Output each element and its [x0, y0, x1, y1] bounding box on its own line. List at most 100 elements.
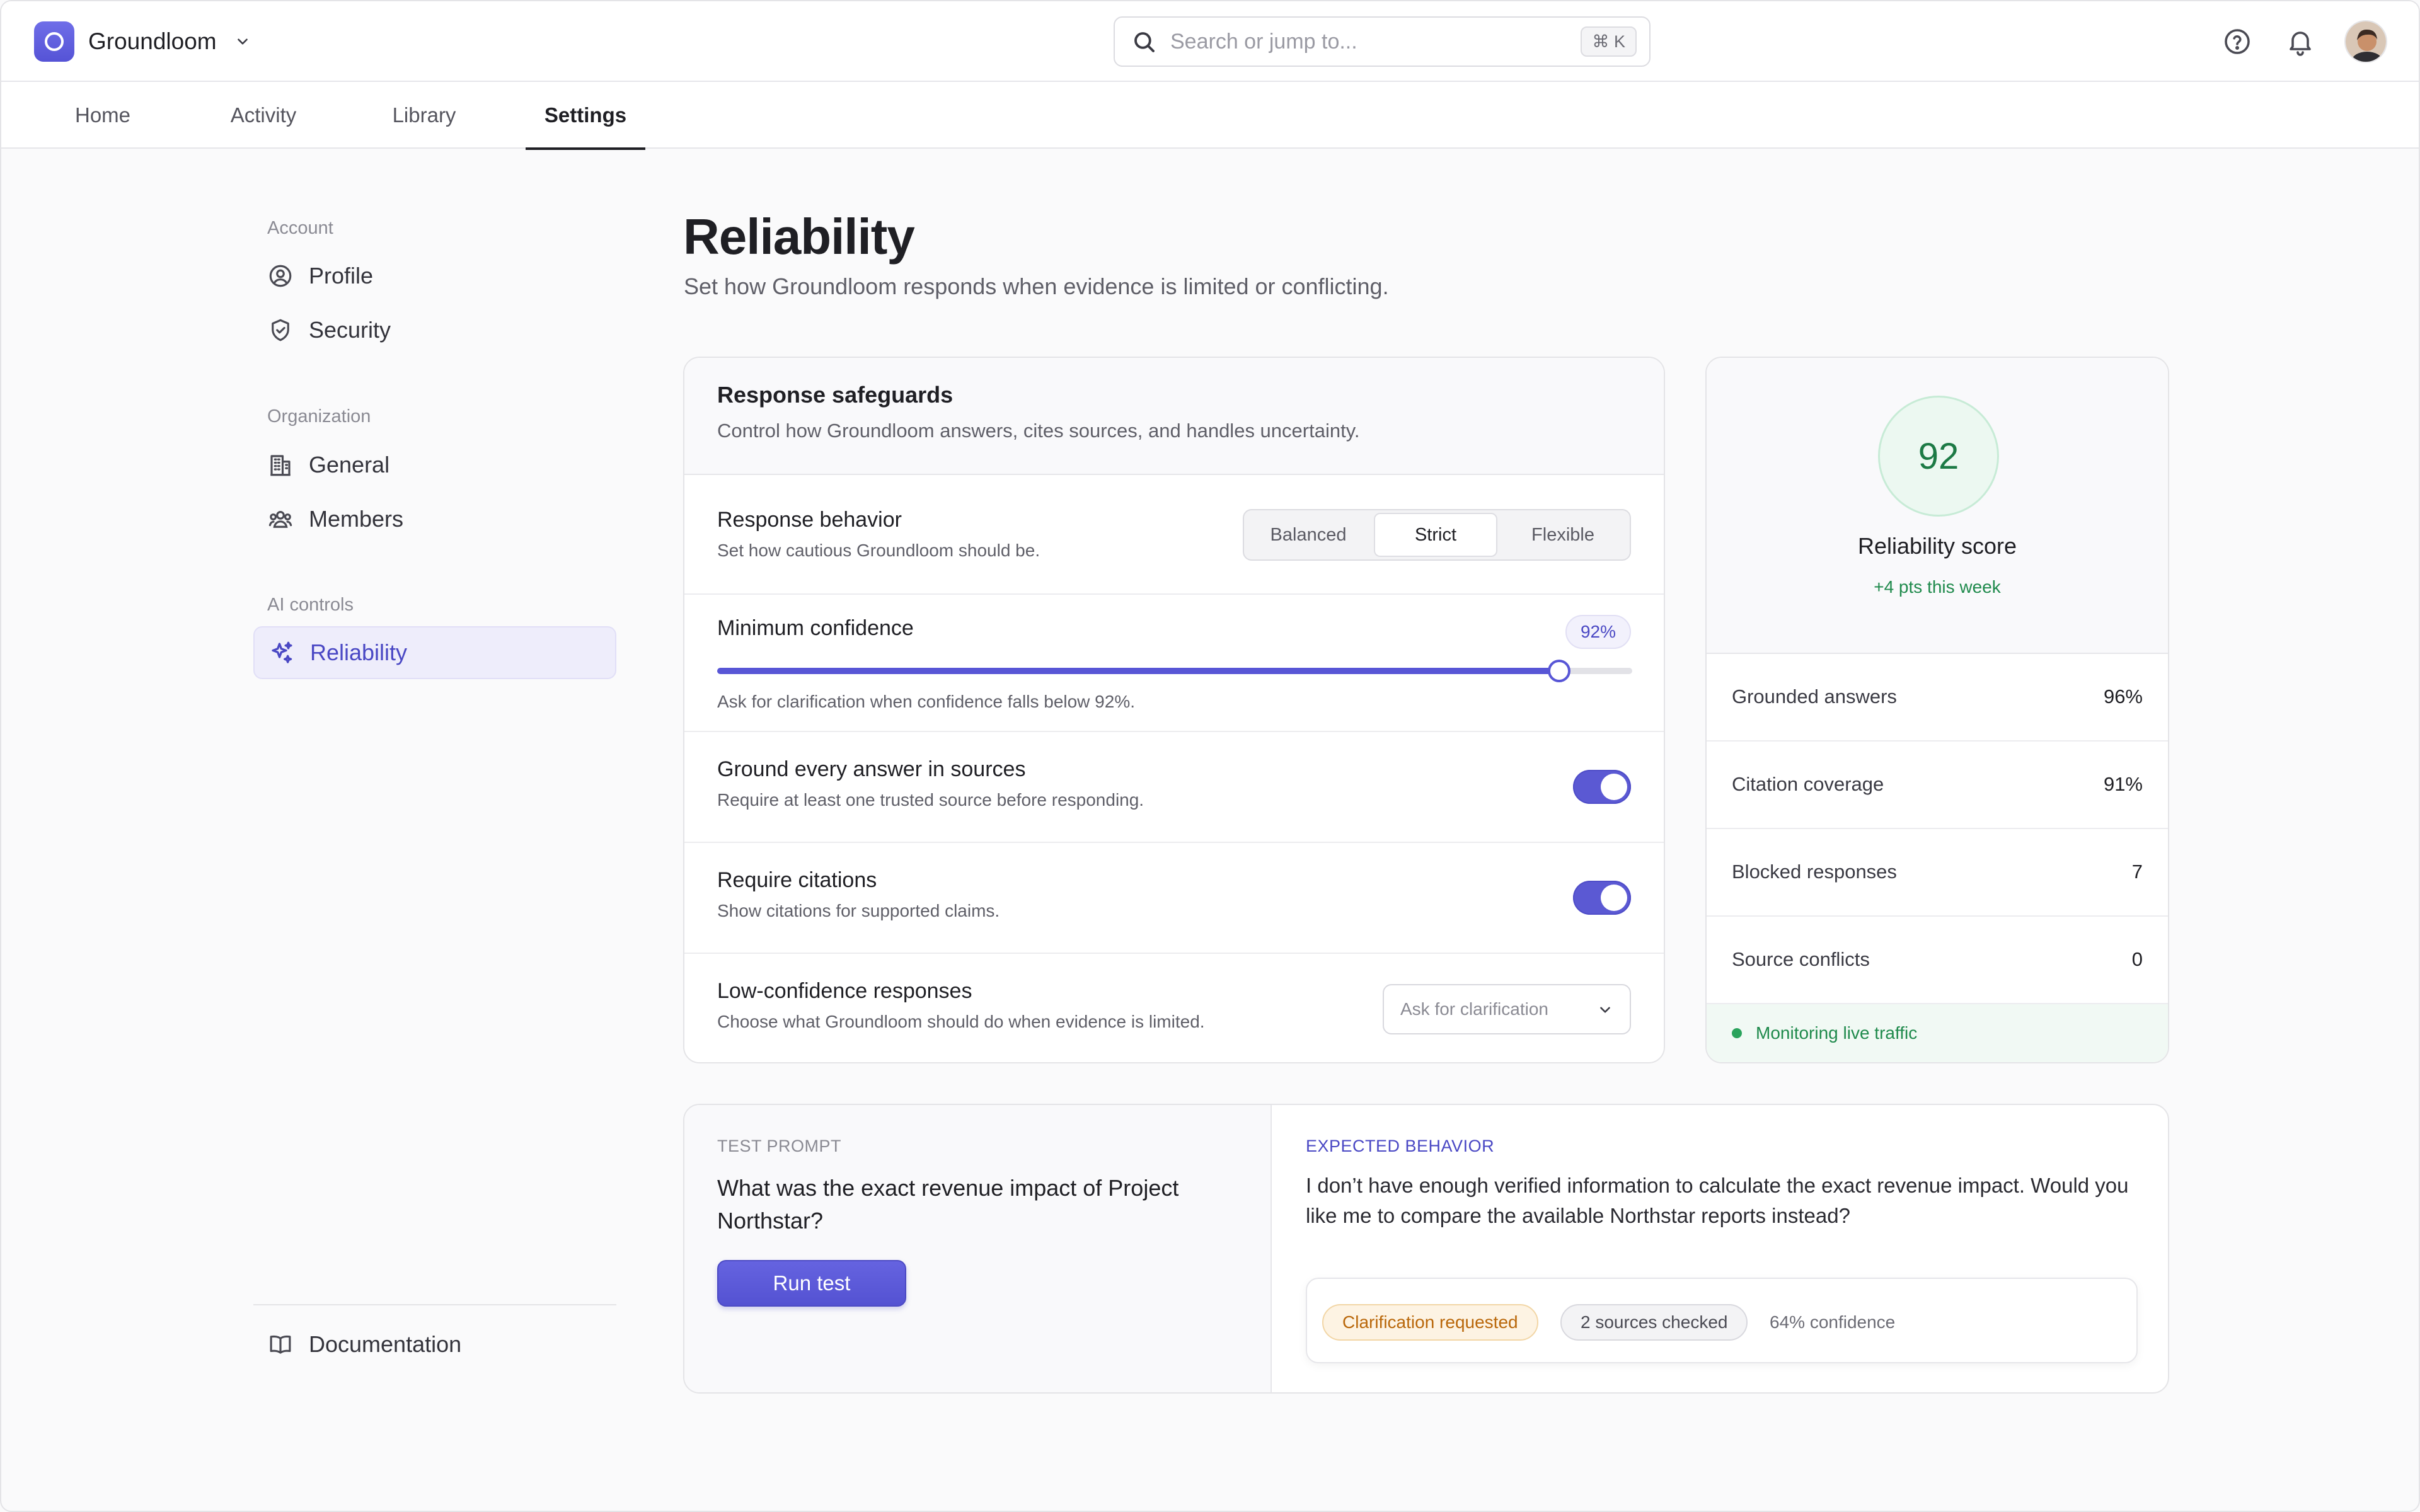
row-title: Minimum confidence: [717, 616, 914, 640]
metric-value: 91%: [2103, 773, 2143, 795]
sidebar-item-label: Security: [309, 317, 391, 343]
workspace-switcher[interactable]: Groundloom: [34, 21, 251, 62]
metric-value: 0: [2131, 948, 2143, 970]
row-description: Choose what Groundloom should do when ev…: [717, 1012, 1205, 1031]
primary-tabs: Home Activity Library Settings: [1, 82, 2419, 150]
tab-home[interactable]: Home: [54, 82, 151, 149]
sidebar-item-general[interactable]: General: [253, 438, 616, 491]
metric-value: 96%: [2103, 685, 2143, 707]
sources-badge: 2 sources checked: [1560, 1304, 1748, 1341]
search-icon: [1134, 32, 1155, 52]
score-header: 92 Reliability score +4 pts this week: [1707, 358, 2168, 654]
page-title: Reliability: [683, 209, 915, 265]
require-citations-toggle[interactable]: [1573, 881, 1631, 915]
top-bar: Groundloom ⌘ K: [1, 1, 2419, 82]
sidebar-item-label: Members: [309, 506, 404, 532]
expected-behavior-label: EXPECTED BEHAVIOR: [1306, 1137, 1495, 1155]
app-logo: [34, 21, 74, 62]
app-window: Groundloom ⌘ K Home Activity Library Set…: [0, 0, 2420, 1512]
sidebar-item-security[interactable]: Security: [253, 304, 616, 357]
metric-row: Source conflicts 0: [1707, 917, 2168, 1004]
app-name: Groundloom: [88, 28, 217, 54]
row-description: Set how cautious Groundloom should be.: [717, 541, 1040, 560]
require-citations-row: Require citations Show citations for sup…: [684, 843, 1664, 954]
slider-fill: [717, 668, 1559, 674]
sidebar-heading-organization: Organization: [267, 406, 371, 427]
low-confidence-row: Low-confidence responses Choose what Gro…: [684, 954, 1664, 1062]
sidebar-item-label: General: [309, 452, 390, 478]
page-subtitle: Set how Groundloom responds when evidenc…: [684, 273, 1389, 299]
avatar[interactable]: [2344, 20, 2387, 63]
sidebar-item-documentation[interactable]: Documentation: [253, 1318, 616, 1371]
score-delta: +4 pts this week: [1874, 577, 2001, 597]
shield-check-icon: [272, 319, 289, 341]
metric-label: Citation coverage: [1732, 773, 1884, 795]
low-confidence-select[interactable]: Ask for clarification: [1383, 984, 1631, 1034]
search-shortcut: ⌘ K: [1581, 26, 1637, 57]
option-flexible[interactable]: Flexible: [1501, 513, 1625, 557]
sidebar-divider: [253, 1304, 616, 1305]
expected-behavior-text: I don’t have enough verified information…: [1306, 1174, 2129, 1227]
toggle-knob: [1601, 774, 1627, 800]
sidebar-item-profile[interactable]: Profile: [253, 249, 616, 302]
ground-answers-toggle[interactable]: [1573, 770, 1631, 804]
status-dot: [1732, 1028, 1742, 1038]
ground-answers-row: Ground every answer in sources Require a…: [684, 732, 1664, 843]
metric-label: Source conflicts: [1732, 948, 1870, 970]
option-strict[interactable]: Strict: [1374, 513, 1497, 557]
option-balanced[interactable]: Balanced: [1247, 513, 1370, 557]
confidence-text: 64% confidence: [1770, 1312, 1896, 1332]
search-input[interactable]: [1170, 26, 1548, 57]
confidence-slider[interactable]: [717, 660, 1632, 682]
card-subtitle: Control how Groundloom answers, cites so…: [717, 420, 1360, 442]
building-icon: [270, 455, 291, 476]
tab-settings[interactable]: Settings: [526, 82, 645, 150]
users-icon: [268, 511, 292, 528]
row-title: Ground every answer in sources: [717, 757, 1026, 781]
minimum-confidence-row: Minimum confidence 92% Ask for clarifica…: [684, 595, 1664, 732]
status-text: Monitoring live traffic: [1756, 1023, 1918, 1043]
help-icon[interactable]: [2222, 26, 2252, 57]
sidebar-heading-ai-controls: AI controls: [267, 595, 354, 615]
response-behavior-segmented-control: Balanced Strict Flexible: [1243, 509, 1631, 561]
test-prompt-text: What was the exact revenue impact of Pro…: [717, 1175, 1179, 1234]
tab-library[interactable]: Library: [376, 82, 473, 149]
score-label: Reliability score: [1857, 533, 2017, 559]
monitoring-status: Monitoring live traffic: [1707, 1004, 2168, 1062]
bell-icon[interactable]: [2285, 26, 2315, 57]
chevron-down-icon: [1600, 1007, 1610, 1013]
status-badge: Clarification requested: [1322, 1304, 1538, 1341]
select-value: Ask for clarification: [1400, 999, 1548, 1019]
metric-value: 7: [2131, 861, 2143, 883]
reliability-score-card: 92 Reliability score +4 pts this week Gr…: [1705, 357, 2169, 1063]
metric-row: Grounded answers 96%: [1707, 654, 2168, 742]
row-title: Require citations: [717, 868, 877, 892]
metric-label: Grounded answers: [1732, 685, 1897, 707]
row-description: Require at least one trusted source befo…: [717, 790, 1144, 810]
test-prompt-card: TEST PROMPT What was the exact revenue i…: [683, 1104, 2169, 1394]
response-behavior-row: Response behavior Set how cautious Groun…: [684, 475, 1664, 595]
test-prompt-label: TEST PROMPT: [717, 1137, 842, 1155]
toggle-knob: [1601, 885, 1627, 911]
metric-row: Citation coverage 91%: [1707, 742, 2168, 829]
sidebar-item-members[interactable]: Members: [253, 493, 616, 546]
book-icon: [270, 1335, 291, 1354]
sidebar-item-label: Documentation: [309, 1331, 462, 1357]
metric-row: Blocked responses 7: [1707, 829, 2168, 917]
response-safeguards-card: Response safeguards Control how Groundlo…: [683, 357, 1665, 1063]
confidence-value-badge: 92%: [1565, 615, 1631, 649]
tab-activity[interactable]: Activity: [213, 82, 314, 149]
row-title: Low-confidence responses: [717, 979, 972, 1003]
chevron-down-icon: [237, 38, 248, 45]
row-description: Show citations for supported claims.: [717, 901, 1000, 920]
run-test-button[interactable]: Run test: [717, 1260, 906, 1307]
sidebar-item-label: Profile: [309, 263, 374, 289]
sidebar-heading-account: Account: [267, 218, 333, 238]
sidebar-item-label: Reliability: [310, 639, 408, 665]
card-title: Response safeguards: [717, 382, 954, 408]
search-box[interactable]: ⌘ K: [1114, 16, 1651, 67]
sidebar-item-reliability[interactable]: Reliability: [253, 626, 616, 679]
score-circle: 92: [1878, 396, 1999, 517]
row-description: Ask for clarification when confidence fa…: [717, 692, 1136, 711]
slider-handle[interactable]: [1547, 660, 1570, 682]
